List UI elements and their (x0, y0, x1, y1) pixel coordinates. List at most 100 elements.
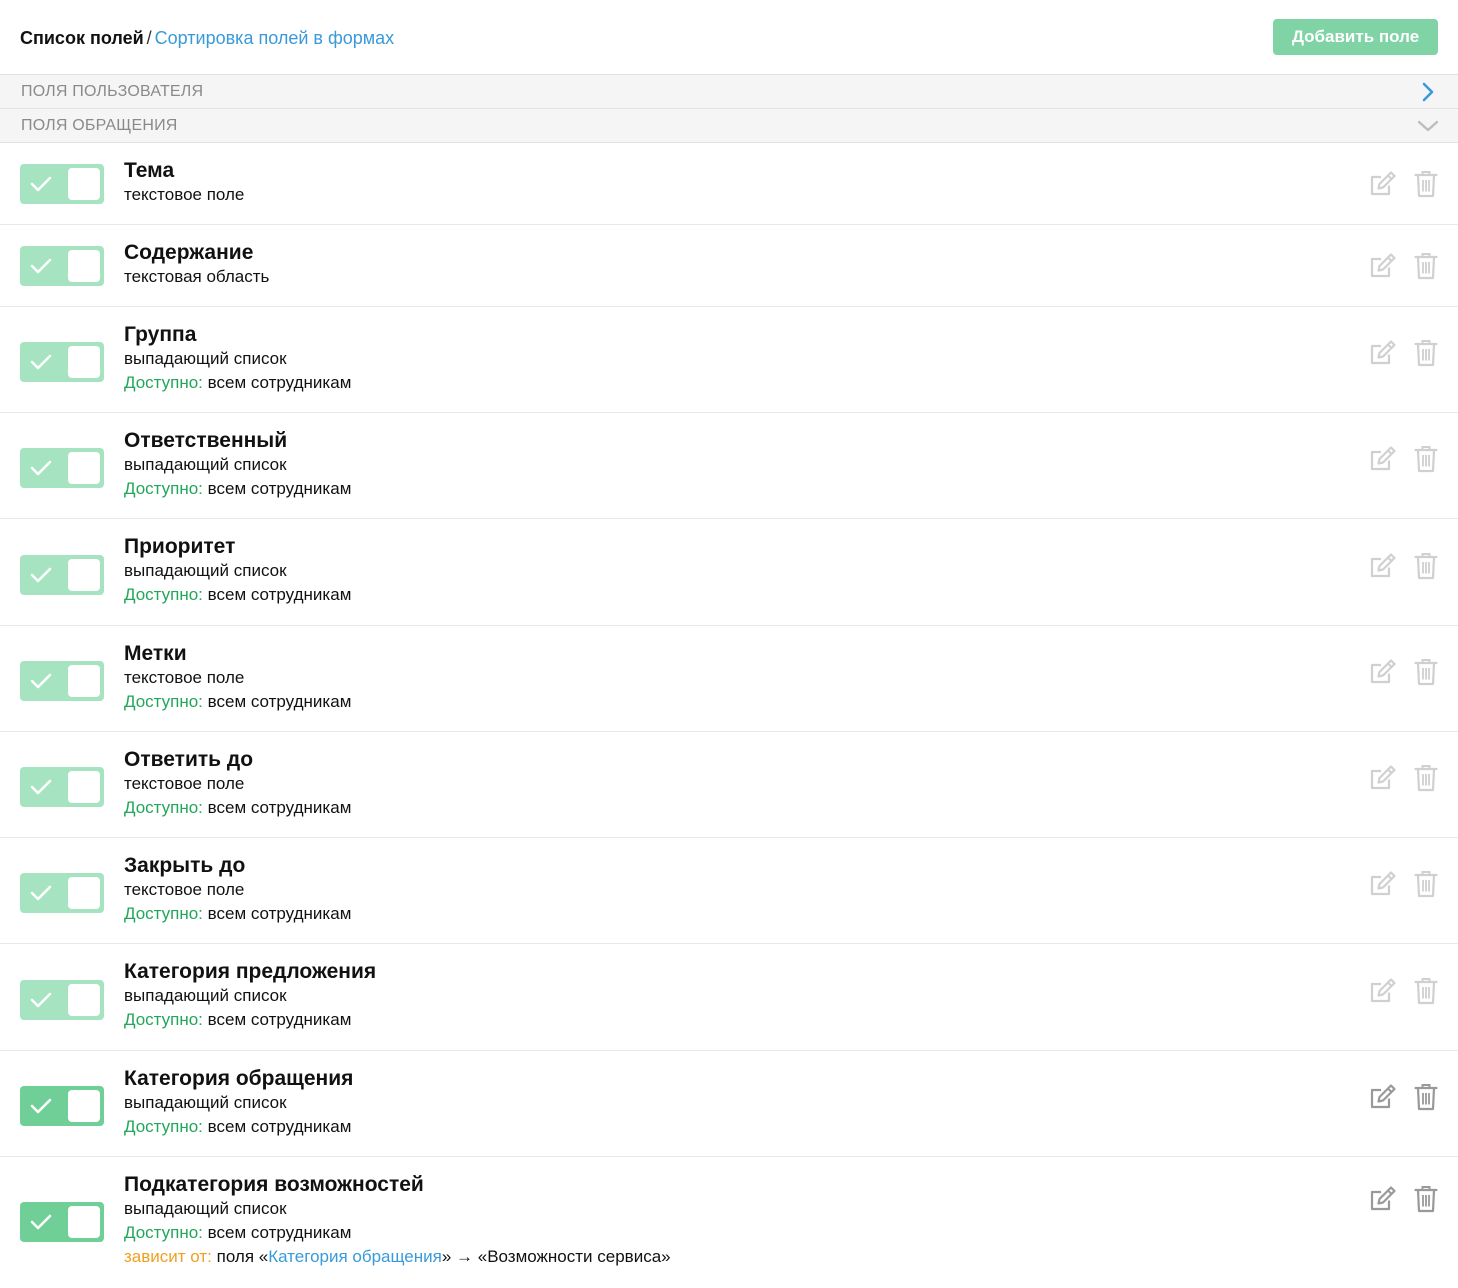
field-row: Категория обращения выпадающий список Дост… (0, 1051, 1458, 1157)
trash-icon[interactable] (1414, 445, 1438, 473)
breadcrumb-link-form-sorting[interactable]: Сортировка полей в формах (155, 28, 395, 48)
trash-icon[interactable] (1414, 252, 1438, 280)
access-label: Доступно: (124, 798, 203, 817)
access-label: Доступно: (124, 1010, 203, 1029)
trash-icon[interactable] (1414, 1083, 1438, 1111)
field-info: Ответственный выпадающий список Доступно: … (124, 428, 351, 501)
check-icon (30, 885, 52, 901)
check-icon (30, 258, 52, 274)
field-access: Доступно: всем сотрудникам (124, 477, 351, 501)
edit-icon[interactable] (1369, 1185, 1397, 1213)
field-dependency: зависит от: поля «Категория обращения» →… (124, 1245, 671, 1269)
check-icon (30, 779, 52, 795)
field-type: текстовое поле (124, 774, 245, 793)
field-row: Метки текстовое поле Доступно: всем сотруд… (0, 626, 1458, 732)
field-toggle[interactable] (20, 246, 104, 286)
toggle-knob (68, 452, 100, 484)
edit-icon[interactable] (1369, 870, 1397, 898)
toggle-knob (68, 168, 100, 200)
field-name: Категория предложения (124, 960, 377, 983)
access-value: всем сотрудникам (207, 904, 352, 923)
field-row: Группа выпадающий список Доступно: всем со… (0, 307, 1458, 413)
field-info: Приоритет выпадающий список Доступно: всем… (124, 534, 351, 607)
field-name: Ответить до (124, 748, 254, 771)
trash-icon[interactable] (1414, 977, 1438, 1005)
section-request-fields[interactable]: ПОЛЯ ОБРАЩЕНИЯ (0, 109, 1458, 143)
field-access: Доступно: всем сотрудникам (124, 796, 351, 820)
access-value: всем сотрудникам (207, 1010, 352, 1029)
access-value: всем сотрудникам (207, 373, 352, 392)
field-row: Ответить до текстовое поле Доступно: всем … (0, 732, 1458, 838)
edit-icon[interactable] (1369, 658, 1397, 686)
edit-icon[interactable] (1369, 552, 1397, 580)
access-value: всем сотрудникам (207, 1117, 352, 1136)
field-toggle[interactable] (20, 555, 104, 595)
trash-icon[interactable] (1414, 870, 1438, 898)
field-name: Категория обращения (124, 1067, 354, 1090)
field-toggle[interactable] (20, 448, 104, 488)
field-row: Категория предложения выпадающий список До… (0, 944, 1458, 1051)
field-access: Доступно: всем сотрудникам (124, 371, 351, 395)
edit-icon[interactable] (1369, 445, 1397, 473)
trash-icon[interactable] (1414, 552, 1438, 580)
access-label: Доступно: (124, 373, 203, 392)
field-type: текстовое поле (124, 880, 245, 899)
field-info: Тема текстовое поле (124, 158, 244, 207)
field-type: выпадающий список (124, 349, 287, 368)
section-user-fields[interactable]: ПОЛЯ ПОЛЬЗОВАТЕЛЯ (0, 75, 1458, 109)
field-toggle[interactable] (20, 342, 104, 382)
field-type: выпадающий список (124, 986, 287, 1005)
access-value: всем сотрудникам (207, 692, 352, 711)
field-name: Содержание (124, 241, 254, 264)
access-label: Доступно: (124, 692, 203, 711)
edit-icon[interactable] (1369, 339, 1397, 367)
edit-icon[interactable] (1369, 764, 1397, 792)
breadcrumb-separator: / (146, 28, 152, 48)
toggle-knob (68, 665, 100, 697)
edit-icon[interactable] (1369, 1083, 1397, 1111)
field-toggle[interactable] (20, 164, 104, 204)
depends-field-link[interactable]: Категория обращения (268, 1247, 442, 1266)
access-value: всем сотрудникам (207, 585, 352, 604)
field-type: текстовое поле (124, 668, 245, 687)
trash-icon[interactable] (1414, 339, 1438, 367)
field-toggle[interactable] (20, 873, 104, 913)
field-row: Содержание текстовая область (0, 225, 1458, 307)
field-type: выпадающий список (124, 561, 287, 580)
field-toggle[interactable] (20, 1086, 104, 1126)
trash-icon[interactable] (1414, 764, 1438, 792)
check-icon (30, 567, 52, 583)
edit-icon[interactable] (1369, 977, 1397, 1005)
field-info: Группа выпадающий список Доступно: всем со… (124, 322, 351, 395)
check-icon (30, 176, 52, 192)
toggle-knob (68, 346, 100, 378)
field-info: Содержание текстовая область (124, 240, 269, 289)
add-field-button[interactable]: Добавить поле (1273, 19, 1438, 55)
field-name: Метки (124, 642, 187, 665)
access-label: Доступно: (124, 1117, 203, 1136)
field-access: Доступно: всем сотрудникам (124, 690, 351, 714)
depends-suffix: » → «Возможности сервиса» (441, 1247, 671, 1266)
field-row: Ответственный выпадающий список Доступно: … (0, 413, 1458, 519)
check-icon (30, 354, 52, 370)
field-type: выпадающий список (124, 1199, 287, 1218)
toggle-knob (68, 771, 100, 803)
field-info: Метки текстовое поле Доступно: всем сотруд… (124, 641, 351, 714)
field-access: Доступно: всем сотрудникам (124, 902, 351, 926)
field-name: Подкатегория возможностей (124, 1173, 424, 1196)
field-toggle[interactable] (20, 980, 104, 1020)
field-access: Доступно: всем сотрудникам (124, 583, 351, 607)
trash-icon[interactable] (1414, 1185, 1438, 1213)
field-type: выпадающий список (124, 1093, 287, 1112)
access-label: Доступно: (124, 479, 203, 498)
trash-icon[interactable] (1414, 658, 1438, 686)
field-toggle[interactable] (20, 767, 104, 807)
access-value: всем сотрудникам (207, 479, 352, 498)
edit-icon[interactable] (1369, 252, 1397, 280)
field-toggle[interactable] (20, 1202, 104, 1242)
check-icon (30, 1098, 52, 1114)
trash-icon[interactable] (1414, 170, 1438, 198)
edit-icon[interactable] (1369, 170, 1397, 198)
field-toggle[interactable] (20, 661, 104, 701)
access-value: всем сотрудникам (207, 798, 352, 817)
